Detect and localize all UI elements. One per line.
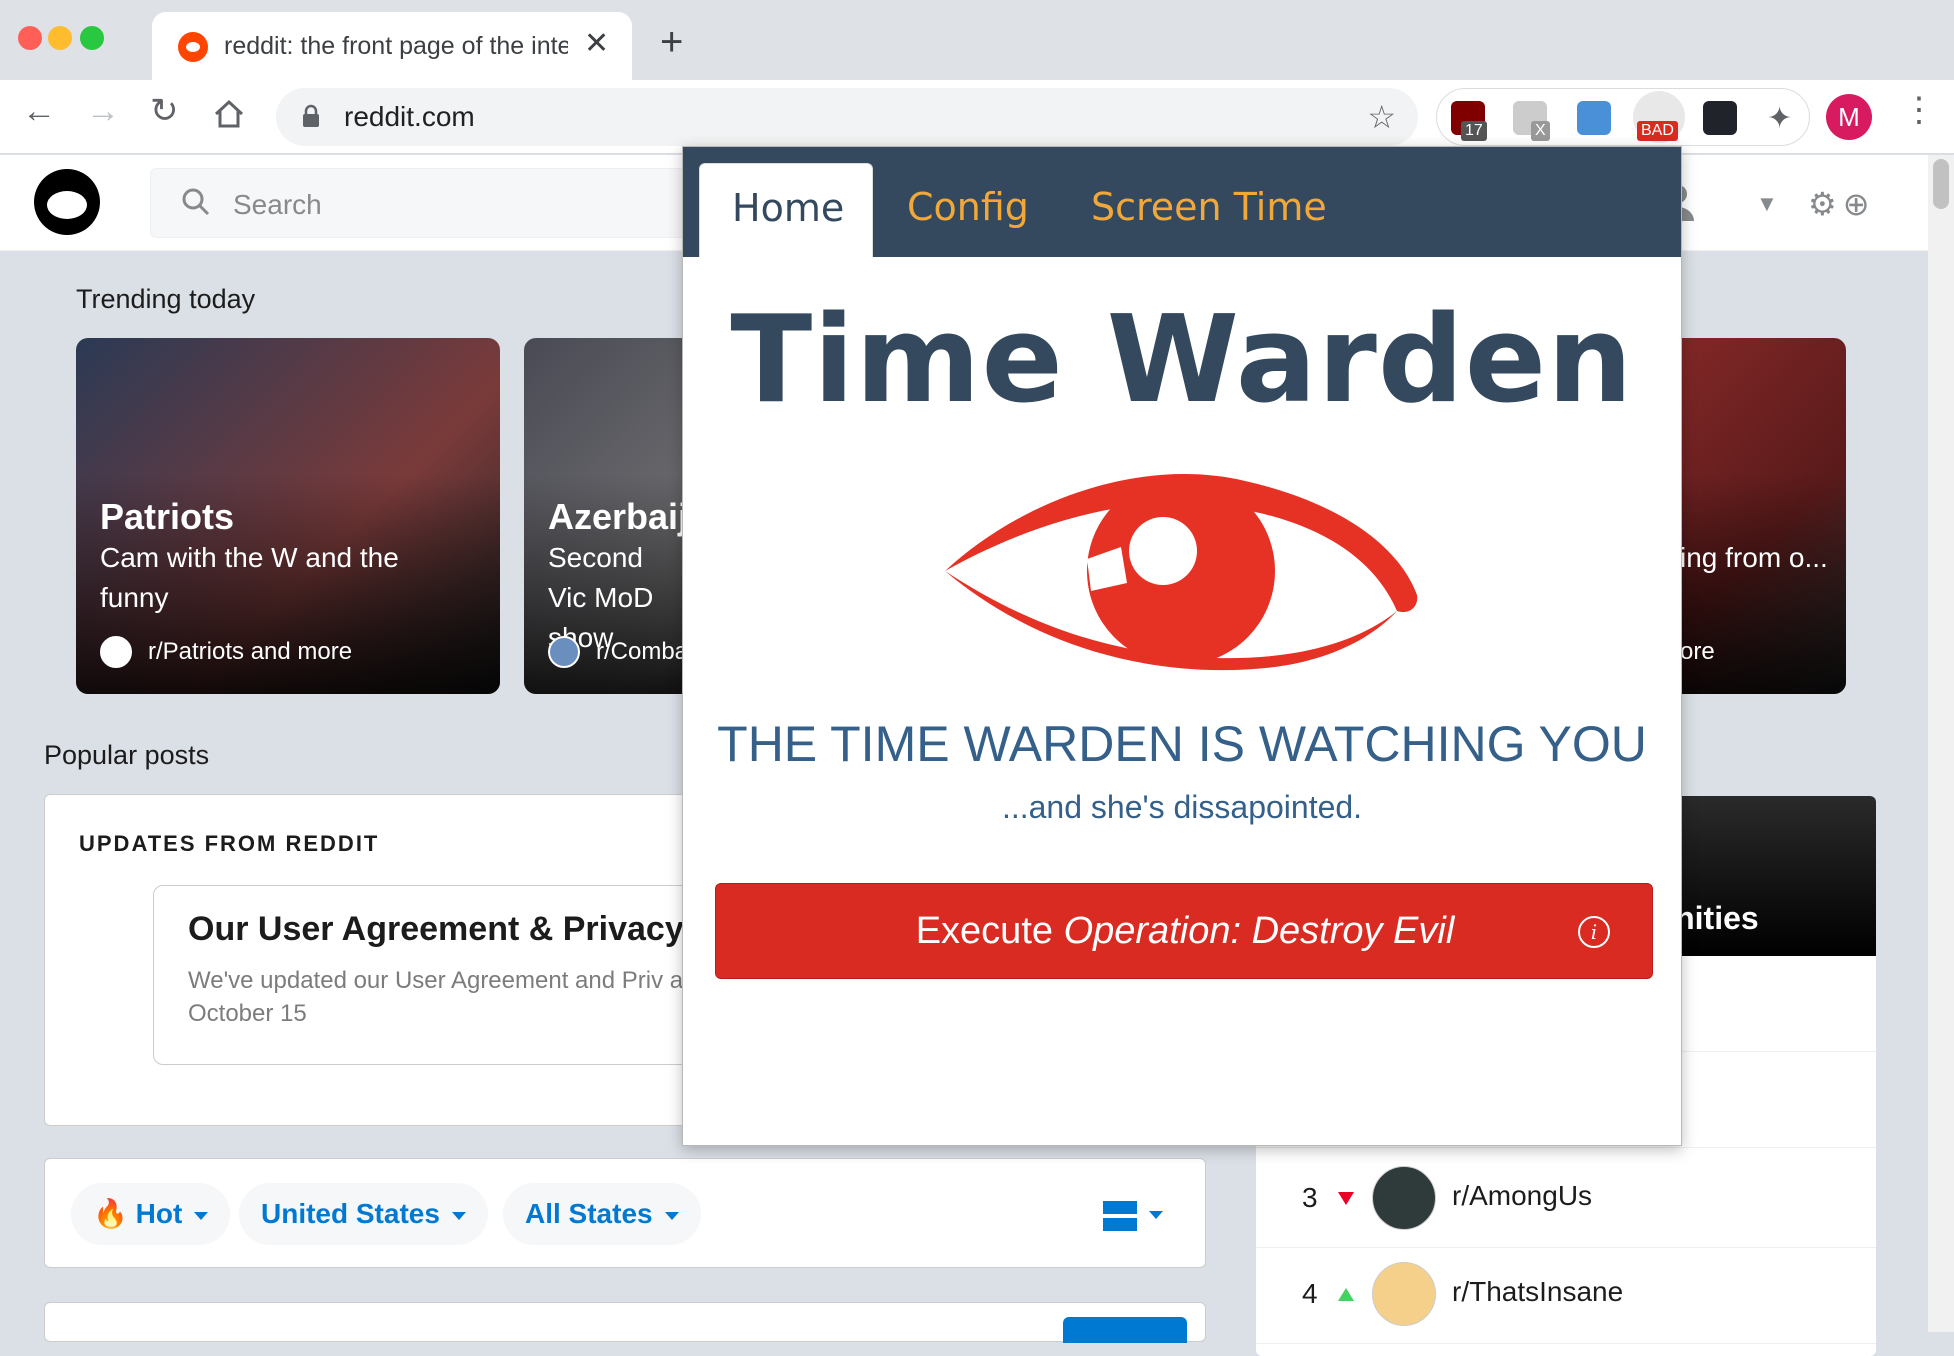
community-rank: 4	[1302, 1278, 1318, 1309]
states-dropdown[interactable]: All States	[503, 1183, 701, 1245]
flame-icon: 🔥	[93, 1198, 128, 1229]
sort-hot-label: Hot	[135, 1198, 183, 1229]
location-label: United States	[261, 1198, 440, 1229]
lock-icon	[303, 104, 319, 127]
trending-label: Trending today	[76, 284, 256, 314]
community-avatar	[1372, 1166, 1436, 1230]
tab-config[interactable]: Config	[907, 185, 1029, 229]
community-rank: 3	[1302, 1182, 1318, 1213]
address-bar[interactable]: reddit.com ☆	[276, 88, 1418, 146]
view-caret-icon[interactable]	[1149, 1211, 1163, 1219]
popular-label: Popular posts	[44, 740, 210, 770]
community-row[interactable]: 3 r/AmongUs	[1256, 1152, 1876, 1248]
community-name: r/AmongUs	[1452, 1180, 1593, 1211]
trending-community: r/Patriots and more	[148, 638, 353, 665]
watching-subtitle: ...and she's dissapointed.	[1001, 789, 1363, 825]
tab-home-label: Home	[732, 186, 845, 230]
mail-badge: X	[1531, 121, 1550, 141]
trend-up-icon	[1338, 1288, 1354, 1301]
community-icon	[100, 636, 132, 668]
community-name: r/ThatsInsane	[1452, 1276, 1624, 1307]
mail-extension-icon[interactable]: X	[1513, 101, 1550, 141]
post-action-button[interactable]	[1063, 1317, 1187, 1343]
trending-title: Patriots	[100, 496, 235, 537]
browser-menu-icon[interactable]: ⋮	[1902, 90, 1936, 130]
time-warden-extension-icon[interactable]: BAD	[1633, 91, 1685, 143]
trending-community: r/Comba	[596, 638, 689, 665]
community-avatar	[1372, 1262, 1436, 1326]
profile-avatar[interactable]: M	[1826, 94, 1872, 140]
trending-subtitle: Cam with the W and the funny	[100, 542, 399, 613]
chevron-down-icon	[194, 1211, 209, 1220]
ublock-extension-icon[interactable]: 17	[1451, 101, 1487, 141]
tab-strip: reddit: the front page of the internet ✕…	[0, 0, 1954, 80]
community-row[interactable]: 4 r/ThatsInsane	[1256, 1248, 1876, 1344]
trending-title: Azerbaij	[548, 496, 689, 537]
user-menu-caret-icon[interactable]: ▼	[1756, 191, 1778, 217]
browser-toolbar: ← → ↻ reddit.com ☆ 17 X BAD ✦ M ⋮	[0, 80, 1954, 154]
community-icon	[548, 636, 580, 668]
browser-tab[interactable]: reddit: the front page of the internet ✕	[152, 12, 632, 80]
trending-card[interactable]: Patriots Cam with the W and the funny r/…	[76, 338, 500, 694]
time-warden-popup: Home Config Screen Time Time Warden THE …	[682, 146, 1682, 1146]
trending-community: ore	[1680, 638, 1715, 665]
info-icon[interactable]: i	[1578, 916, 1610, 948]
sort-bar: 🔥 Hot United States All States	[44, 1158, 1206, 1268]
updates-label: UPDATES FROM REDDIT	[79, 831, 380, 856]
back-arrow-icon[interactable]: ←	[22, 94, 56, 128]
page-title: Time Warden	[730, 291, 1634, 430]
page-scrollbar[interactable]	[1928, 155, 1954, 1332]
url-text: reddit.com	[344, 101, 475, 132]
scrollbar-thumb[interactable]	[1933, 159, 1949, 209]
execute-operation-button[interactable]: Execute Operation: Destroy Evil i	[715, 883, 1653, 979]
execute-button-label: Execute Operation: Destroy Evil	[716, 910, 1654, 953]
search-input[interactable]: Search	[150, 168, 710, 238]
bookmark-star-icon[interactable]: ☆	[1367, 98, 1396, 136]
new-tab-button[interactable]: +	[660, 22, 683, 62]
post-card[interactable]	[44, 1302, 1206, 1343]
chevron-down-icon	[451, 1211, 466, 1220]
extension-header-icons: ⚙⊕	[1808, 186, 1876, 222]
popup-nav: Home Config Screen Time	[683, 147, 1681, 257]
forward-arrow-icon[interactable]: →	[86, 94, 120, 128]
close-window-button[interactable]	[18, 26, 42, 50]
agreement-title: Our User Agreement & Privacy	[188, 910, 684, 948]
home-icon[interactable]	[212, 98, 246, 130]
extensions-puzzle-icon[interactable]: ✦	[1767, 101, 1801, 135]
states-label: All States	[525, 1198, 653, 1229]
eye-icon	[945, 474, 1418, 671]
tab-title: reddit: the front page of the internet	[224, 32, 568, 60]
watching-heading: THE TIME WARDEN IS WATCHING YOU	[717, 716, 1647, 772]
minimize-window-button[interactable]	[48, 26, 72, 50]
tab-home[interactable]: Home	[699, 163, 873, 257]
react-devtools-extension-icon[interactable]	[1703, 101, 1737, 135]
reload-icon[interactable]: ↻	[150, 94, 179, 128]
tab-screen-time[interactable]: Screen Time	[1091, 185, 1327, 229]
extension-bar: 17 X BAD ✦	[1436, 88, 1810, 146]
tab-close-icon[interactable]: ✕	[584, 26, 609, 61]
sort-hot-button[interactable]: 🔥 Hot	[71, 1183, 231, 1245]
view-toggle-icon[interactable]	[1103, 1201, 1137, 1231]
zoom-window-button[interactable]	[80, 26, 104, 50]
time-warden-badge: BAD	[1637, 121, 1678, 141]
location-dropdown[interactable]: United States	[239, 1183, 488, 1245]
window-extension-icon[interactable]	[1577, 101, 1611, 135]
reddit-logo-icon[interactable]	[34, 169, 100, 235]
reddit-favicon-icon	[178, 32, 208, 62]
search-icon	[182, 188, 210, 216]
trending-subtitle: ing from o...	[1680, 542, 1828, 573]
execute-prefix: Execute	[915, 910, 1064, 952]
ublock-badge: 17	[1461, 121, 1487, 141]
search-placeholder: Search	[233, 189, 322, 220]
execute-operation-name: Operation: Destroy Evil	[1063, 910, 1455, 952]
trend-down-icon	[1338, 1192, 1354, 1205]
chevron-down-icon	[664, 1211, 679, 1220]
